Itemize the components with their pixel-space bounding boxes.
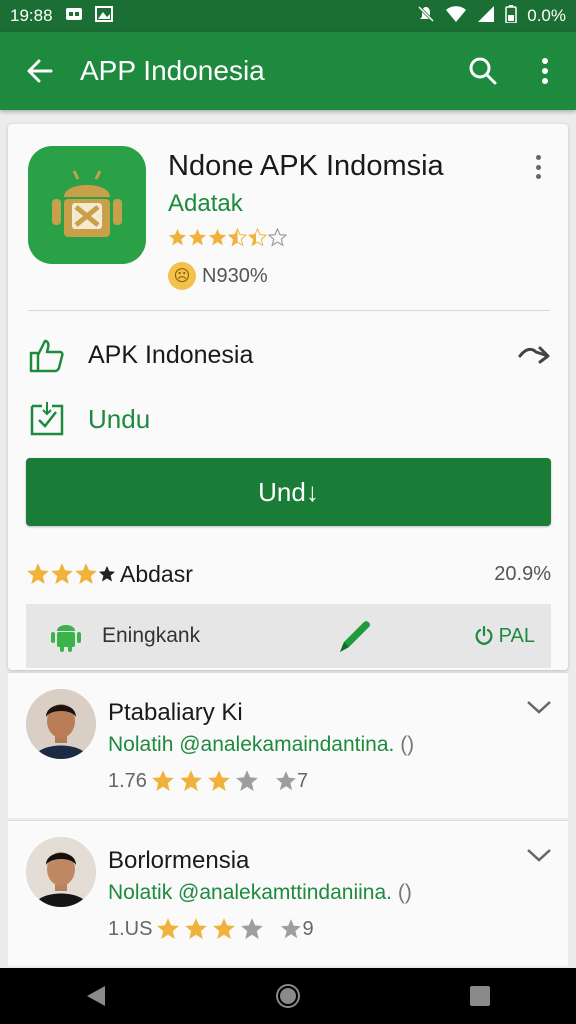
recents-square-icon [470, 986, 490, 1006]
rating-row: Abdasr 20.9% [26, 556, 551, 592]
star-empty-icon [236, 770, 258, 791]
star-outline-icon [268, 228, 287, 247]
overflow-menu-button[interactable] [514, 32, 576, 110]
reviewer-name: Ptabaliary Ki [108, 699, 243, 726]
review-text-content: Nolatik @analekamttindaniina. [108, 881, 392, 904]
nav-recents-button[interactable] [440, 968, 520, 1024]
reviewer-name: Borlormensia [108, 847, 250, 874]
image-notification-icon [94, 5, 113, 27]
thumbs-up-icon [29, 339, 64, 373]
home-circle-icon [276, 984, 300, 1008]
review-item[interactable]: Borlormensia Nolatik @analekamttindaniin… [8, 820, 568, 966]
review-item[interactable]: Ptabaliary Ki Nolatih @analekamaindantin… [8, 672, 568, 818]
review-stats: 1.US 9 [108, 917, 314, 941]
star-icon [188, 228, 207, 246]
rating-percent: 20.9% [494, 562, 551, 585]
share-row[interactable]: APK Indonesia [28, 330, 550, 380]
review-text: Nolatik @analekamttindaniina. () [108, 881, 412, 905]
nav-back-button[interactable] [56, 968, 136, 1024]
avatar [26, 837, 96, 907]
wifi-icon [445, 5, 467, 28]
pal-label: PAL [498, 624, 535, 647]
power-icon [475, 625, 493, 646]
star-icon [180, 770, 202, 791]
nav-home-button[interactable] [248, 968, 328, 1024]
star-dark-icon [98, 565, 116, 582]
star-empty-icon [276, 771, 296, 791]
battery-percent: 0.0% [527, 6, 566, 25]
info-strip-label: Eningkank [102, 624, 201, 647]
avatar [26, 689, 96, 759]
info-strip: Eningkank PAL [26, 604, 551, 668]
app-rating-stars [168, 228, 287, 247]
app-bar: APP Indonesia [0, 32, 576, 110]
search-button[interactable] [452, 32, 514, 110]
review-votes: 1.76 [108, 769, 147, 792]
arrow-left-icon [27, 59, 53, 83]
app-name: Ndone APK Indomsia [168, 150, 444, 182]
star-half-icon [228, 228, 247, 247]
share-row-label: APK Indonesia [88, 340, 254, 369]
star-icon [157, 918, 180, 939]
install-button[interactable]: Und↓ [26, 458, 551, 526]
pen-icon[interactable] [336, 616, 376, 656]
pal-button[interactable]: PAL [473, 625, 535, 648]
app-developer-link[interactable]: Adatak [168, 190, 243, 218]
app-size-row: ☹ N930% [168, 262, 268, 290]
app-size: N930% [202, 264, 268, 287]
app-icon[interactable] [28, 146, 146, 264]
star-icon [168, 228, 187, 246]
status-time: 19:88 [10, 6, 53, 25]
battery-icon [505, 4, 517, 28]
back-triangle-icon [87, 986, 105, 1006]
rating-label: Abdasr [120, 560, 193, 587]
more-vert-icon [542, 58, 548, 84]
divider [28, 310, 550, 311]
android-robot-icon [52, 170, 122, 237]
review-votes: 1.US [108, 917, 153, 940]
star-half-icon [248, 228, 267, 247]
star-icon [27, 563, 49, 584]
review-count-mark: () [397, 881, 412, 904]
mute-icon [417, 5, 435, 28]
share-arrow-icon [518, 346, 550, 364]
app-detail-card: Ndone APK Indomsia Adatak ☹ N930% APK In… [8, 124, 568, 670]
review-text-content: Nolatih @analekamaindantina. [108, 733, 395, 756]
star-icon [152, 770, 174, 791]
star-icon [208, 228, 227, 246]
notification-icon [65, 6, 83, 26]
star-icon [213, 918, 236, 939]
search-icon [469, 57, 497, 85]
card-overflow-menu[interactable] [526, 152, 550, 182]
face-emoji-icon: ☹ [168, 262, 196, 290]
review-trailing: 7 [296, 769, 309, 792]
star-icon [208, 770, 230, 791]
chevron-down-icon[interactable] [526, 699, 552, 715]
back-button[interactable] [0, 32, 80, 110]
star-icon [185, 918, 208, 939]
system-nav-bar [0, 968, 576, 1024]
review-count-mark: () [400, 733, 415, 756]
signal-icon [477, 5, 495, 28]
chevron-down-icon[interactable] [526, 847, 552, 863]
download-check-icon [30, 402, 64, 436]
review-text: Nolatih @analekamaindantina. () [108, 733, 414, 757]
star-empty-icon [241, 918, 264, 939]
page-title: APP Indonesia [80, 55, 265, 86]
review-stats: 1.76 7 [108, 769, 308, 793]
status-bar: 19:88 0.0% [0, 0, 576, 32]
download-row[interactable]: Undu [28, 394, 550, 444]
star-empty-icon [281, 919, 302, 939]
star-icon [51, 563, 73, 584]
star-icon [75, 563, 97, 584]
review-trailing: 9 [302, 917, 314, 940]
download-row-label: Undu [88, 403, 151, 434]
android-icon [51, 625, 81, 652]
